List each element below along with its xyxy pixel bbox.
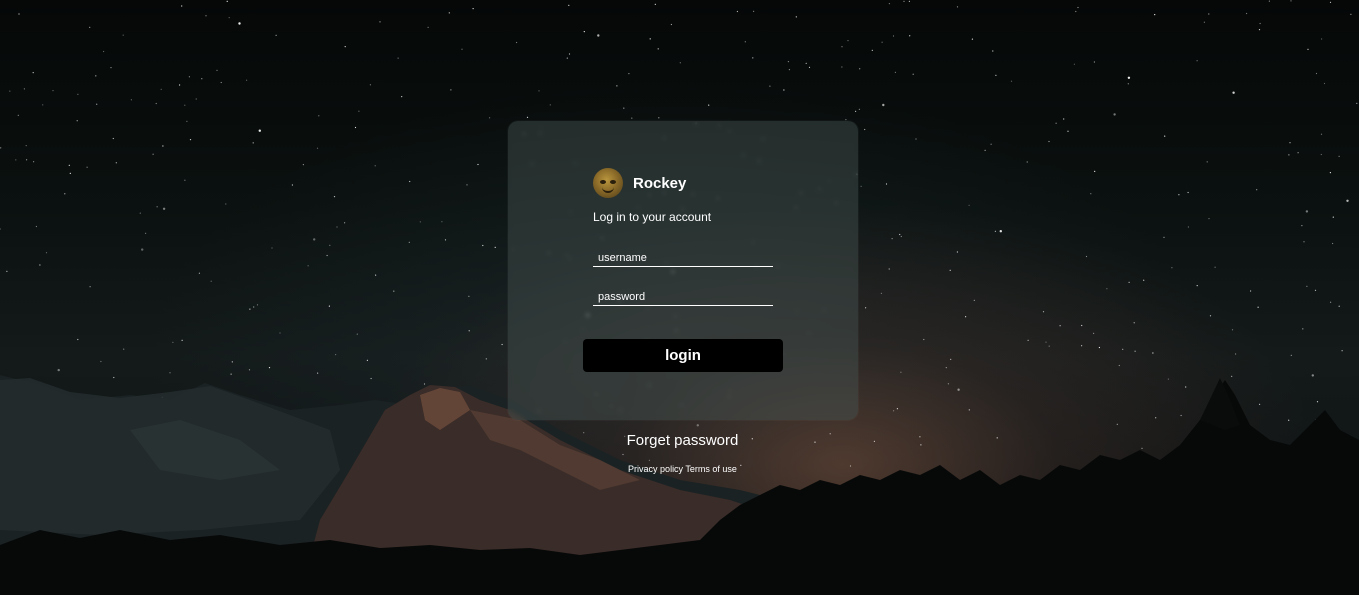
login-subtitle: Log in to your account bbox=[593, 210, 712, 224]
footer-links: Privacy policy Terms of use bbox=[0, 464, 1359, 474]
privacy-policy-link[interactable]: Privacy policy bbox=[628, 464, 683, 474]
login-card: Rockey Log in to your account login bbox=[508, 121, 858, 420]
terms-of-use-link[interactable]: Terms of use bbox=[685, 464, 737, 474]
avatar-icon bbox=[593, 168, 623, 198]
forgot-password-link[interactable]: Forget password bbox=[0, 432, 1359, 449]
password-input[interactable] bbox=[593, 288, 773, 306]
username-input[interactable] bbox=[593, 249, 773, 267]
brand-name: Rockey bbox=[633, 174, 687, 192]
night-sky-background: Rockey Log in to your account login Forg… bbox=[0, 0, 1359, 595]
login-button[interactable]: login bbox=[583, 339, 783, 372]
brand: Rockey bbox=[593, 168, 686, 198]
